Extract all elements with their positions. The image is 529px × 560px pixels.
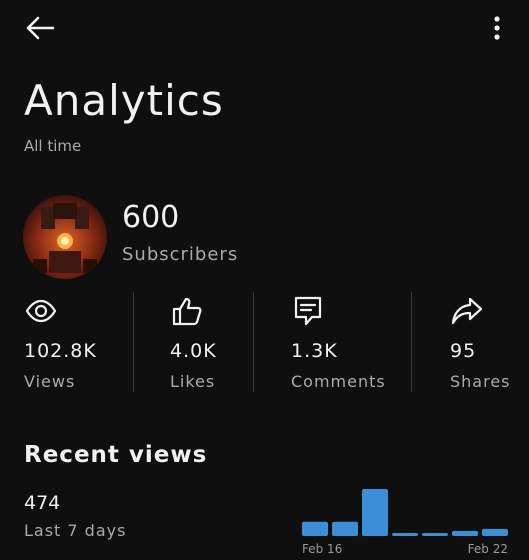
likes-value: 4.0K <box>170 340 217 362</box>
recent-views-title: Recent views <box>24 442 208 468</box>
channel-avatar[interactable] <box>23 195 107 279</box>
stat-comments[interactable]: 1.3K Comments <box>291 290 401 395</box>
comment-icon <box>294 296 322 326</box>
share-icon <box>451 297 483 325</box>
top-bar <box>0 0 529 56</box>
comments-value: 1.3K <box>291 340 338 362</box>
chart-bar-feb-19 <box>392 532 418 536</box>
back-button[interactable] <box>20 10 60 46</box>
views-label: Views <box>24 372 76 391</box>
stats-row: 102.8K Views 4.0K Likes 1.3K Comments 95… <box>0 290 529 395</box>
chart-bar-feb-18 <box>362 489 388 536</box>
shares-value: 95 <box>450 340 477 362</box>
stat-likes[interactable]: 4.0K Likes <box>170 290 250 395</box>
comments-label: Comments <box>291 372 386 391</box>
page-subtitle: All time <box>24 137 82 155</box>
chart-tick-start: Feb 16 <box>302 542 342 556</box>
bar-chart: Feb 16 Feb 22 <box>302 489 508 556</box>
chart-bar-feb-22 <box>482 528 508 536</box>
chart-bar-feb-16 <box>302 521 328 536</box>
more-vertical-icon <box>494 16 500 40</box>
thumbs-up-icon <box>172 297 202 326</box>
likes-label: Likes <box>170 372 216 391</box>
shares-label: Shares <box>450 372 511 391</box>
chart-tick-end: Feb 22 <box>468 542 508 556</box>
subscriber-label: Subscribers <box>122 244 239 265</box>
avatar-image <box>23 195 107 279</box>
subscriber-count: 600 <box>122 200 180 235</box>
stat-shares[interactable]: 95 Shares <box>450 290 520 395</box>
recent-views-count: 474 <box>24 492 61 514</box>
page-title: Analytics <box>24 76 224 125</box>
stat-views[interactable]: 102.8K Views <box>24 290 124 395</box>
recent-views-chart[interactable]: Feb 16 Feb 22 <box>298 480 508 560</box>
chart-bar-feb-20 <box>422 532 448 536</box>
divider <box>133 292 134 392</box>
chart-bar-feb-17 <box>332 521 358 536</box>
more-options-button[interactable] <box>479 10 515 46</box>
divider <box>253 292 254 392</box>
views-value: 102.8K <box>24 340 97 362</box>
chart-bar-feb-21 <box>452 530 478 536</box>
eye-icon <box>25 299 57 323</box>
recent-views-period: Last 7 days <box>24 521 127 540</box>
divider <box>411 292 412 392</box>
arrow-left-icon <box>26 16 55 40</box>
